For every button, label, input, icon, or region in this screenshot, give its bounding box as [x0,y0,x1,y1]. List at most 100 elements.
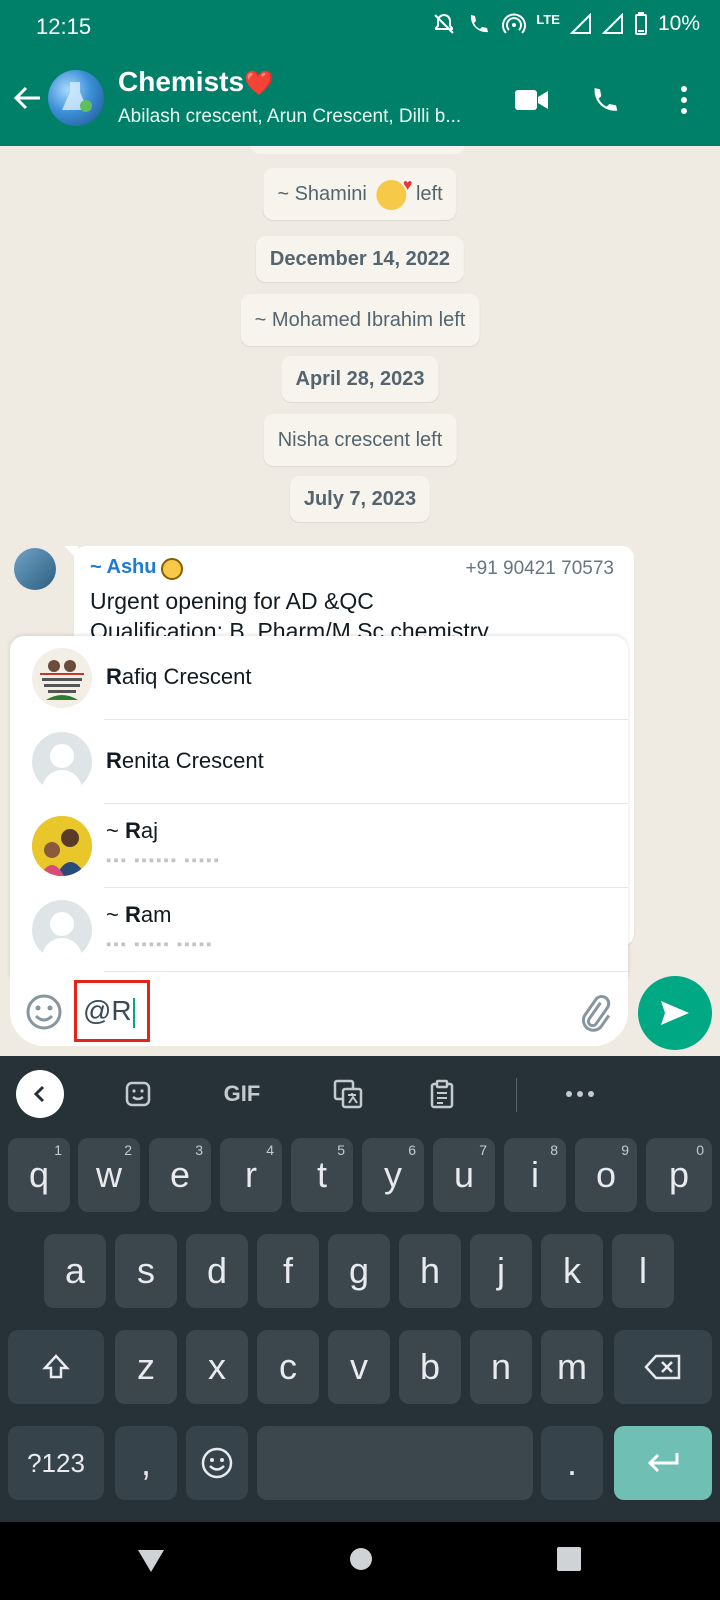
default-avatar [32,732,92,792]
key-c[interactable]: c [257,1330,319,1404]
group-name: Chemists [118,66,245,97]
key-hint: 2 [124,1142,132,1158]
send-button[interactable] [638,976,712,1050]
mention-item[interactable]: Renita Crescent [10,720,628,804]
contact-photo [32,648,92,708]
nav-recents-button[interactable] [556,1546,582,1577]
sticker-button[interactable] [116,1074,160,1114]
key-hint: 5 [337,1142,345,1158]
key-hint: 1 [54,1142,62,1158]
sticker-icon [125,1081,151,1107]
video-call-button[interactable] [510,78,554,122]
key-u[interactable]: u7 [433,1138,495,1212]
circle-home-icon [350,1548,372,1570]
keyboard-collapse-button[interactable] [16,1070,64,1118]
key-y[interactable]: y6 [362,1138,424,1212]
mention-item[interactable]: ~ Ram ▪▪▪ ▪▪▪▪▪ ▪▪▪▪▪ [10,888,628,972]
key-m[interactable]: m [541,1330,603,1404]
mention-item[interactable]: Rafiq Crescent [10,636,628,720]
status-icons: LTE 10% [432,12,700,36]
key-a[interactable]: a [44,1234,106,1308]
key-label: p [668,1154,690,1195]
clipboard-button[interactable] [420,1074,464,1114]
emoji-icon [26,994,62,1030]
symbols-key[interactable]: ?123 [8,1426,104,1500]
triangle-back-icon [138,1550,164,1572]
mention-name: ~ Ram [106,902,171,928]
attach-button[interactable] [574,992,614,1032]
shift-key[interactable] [8,1330,104,1404]
sender-phone[interactable]: +91 90421 70573 [466,558,614,580]
mention-item[interactable]: ~ Raj ▪▪▪ ▪▪▪▪▪▪ ▪▪▪▪▪ [10,804,628,888]
video-camera-icon [515,90,548,110]
group-title[interactable]: Chemists❤️ [118,66,274,98]
key-r[interactable]: r4 [220,1138,282,1212]
key-e[interactable]: e3 [149,1138,211,1212]
key-i[interactable]: i8 [504,1138,566,1212]
key-hint: 7 [479,1142,487,1158]
emoji-key[interactable] [186,1426,248,1500]
contact-avatar [32,648,92,708]
key-o[interactable]: o9 [575,1138,637,1212]
key-g[interactable]: g [328,1234,390,1308]
key-q[interactable]: q1 [8,1138,70,1212]
space-key[interactable] [257,1426,533,1500]
emoji-button[interactable] [24,992,64,1032]
arrow-left-icon [13,86,40,110]
key-label: r [245,1154,257,1195]
gif-button[interactable]: GIF [220,1074,264,1114]
backspace-icon [644,1354,681,1380]
backspace-key[interactable] [614,1330,712,1404]
period-key[interactable]: . [541,1426,603,1500]
more-horiz-icon [566,1091,594,1097]
emoji-icon [201,1447,233,1479]
key-z[interactable]: z [115,1330,177,1404]
hotspot-icon [502,13,527,34]
nav-back-button[interactable] [136,1546,166,1579]
key-label: i [531,1154,539,1195]
key-label: y [384,1154,402,1195]
translate-button[interactable] [326,1074,370,1114]
key-p[interactable]: p0 [646,1138,712,1212]
send-icon [661,1001,689,1025]
key-k[interactable]: k [541,1234,603,1308]
translate-icon [333,1079,363,1109]
mention-name: Renita Crescent [106,748,264,774]
name-match: R [106,748,122,773]
key-hint: 9 [621,1142,629,1158]
key-n[interactable]: n [470,1330,532,1404]
name-match: R [124,902,141,927]
key-j[interactable]: j [470,1234,532,1308]
key-x[interactable]: x [186,1330,248,1404]
key-l[interactable]: l [612,1234,674,1308]
group-participants[interactable]: Abilash crescent, Arun Crescent, Dilli b… [118,106,498,128]
enter-key[interactable] [614,1426,712,1500]
message-input[interactable]: @R [74,980,150,1042]
nav-home-button[interactable] [348,1546,374,1577]
comma-key[interactable]: , [115,1426,177,1500]
more-tools-button[interactable] [558,1074,602,1114]
contact-phone-masked: ▪▪▪ ▪▪▪▪▪▪ ▪▪▪▪▪ [106,852,221,869]
key-t[interactable]: t5 [291,1138,353,1212]
back-button[interactable] [10,80,46,116]
wifi-call-icon [471,15,489,33]
key-v[interactable]: v [328,1330,390,1404]
key-d[interactable]: d [186,1234,248,1308]
key-label: w [96,1154,122,1195]
group-avatar[interactable] [48,70,104,126]
date-separator: April 28, 2023 [281,356,439,402]
more-options-button[interactable] [662,78,706,122]
toolbar-separator [516,1078,517,1112]
contact-avatar [32,816,92,876]
key-h[interactable]: h [399,1234,461,1308]
voice-call-button[interactable] [582,78,626,122]
more-vert-icon [681,86,687,114]
phone-icon [594,88,618,111]
status-bar: 12:15 LTE 10% [0,0,720,54]
key-b[interactable]: b [399,1330,461,1404]
sender-avatar[interactable] [14,548,56,590]
key-f[interactable]: f [257,1234,319,1308]
key-s[interactable]: s [115,1234,177,1308]
key-w[interactable]: w2 [78,1138,140,1212]
message-sender[interactable]: ~ Ashu [90,556,157,578]
